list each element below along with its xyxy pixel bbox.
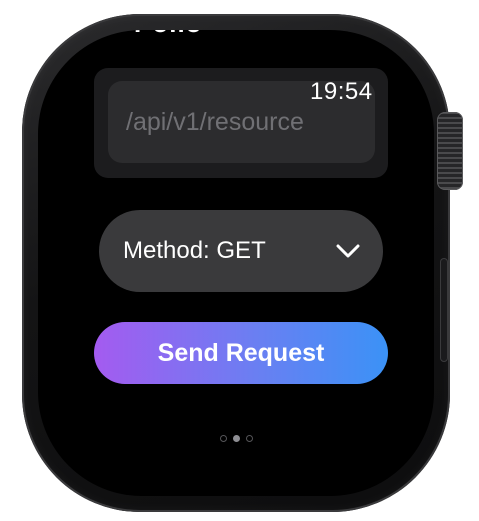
digital-crown[interactable] bbox=[437, 112, 463, 190]
chevron-down-icon bbox=[336, 244, 360, 258]
side-button[interactable] bbox=[440, 258, 448, 362]
page-dot bbox=[220, 435, 227, 442]
watch-screen: Pollo /api/v1/resource 19:54 Method: GET… bbox=[38, 30, 434, 496]
send-request-button[interactable]: Send Request bbox=[94, 322, 388, 384]
page-dot bbox=[246, 435, 253, 442]
method-label: Method: GET bbox=[123, 237, 266, 264]
scrolled-header-text: Pollo bbox=[134, 30, 203, 39]
status-time: 19:54 bbox=[310, 78, 373, 105]
method-picker[interactable]: Method: GET bbox=[99, 210, 383, 292]
page-indicator bbox=[220, 435, 253, 442]
watch-stage: Pollo /api/v1/resource 19:54 Method: GET… bbox=[0, 0, 479, 521]
page-dot-active bbox=[233, 435, 240, 442]
